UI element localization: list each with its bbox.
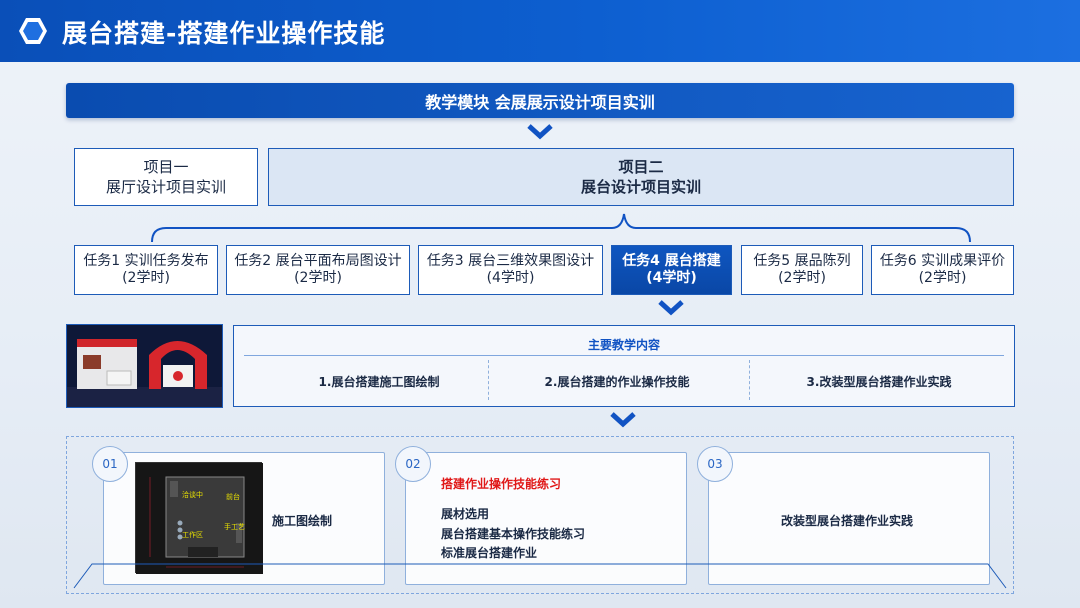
task-3-name: 任务3 展台三维效果图设计 bbox=[426, 253, 595, 269]
brace-connector bbox=[151, 213, 971, 243]
task-3-hours: (4学时) bbox=[486, 270, 535, 286]
step-3-text: 改装型展台搭建作业实践 bbox=[781, 514, 914, 528]
plan-label-2: 前台 bbox=[226, 492, 240, 501]
content-title: 主要教学内容 bbox=[587, 338, 660, 352]
task-6[interactable]: 任务6 实训成果评价 (2学时) bbox=[871, 245, 1014, 295]
chevron-down-icon bbox=[658, 300, 684, 316]
task-4[interactable]: 任务4 展台搭建 (4学时) bbox=[611, 245, 732, 295]
task-2[interactable]: 任务2 展台平面布局图设计 (2学时) bbox=[226, 245, 410, 295]
booth-render-illustration bbox=[67, 325, 222, 407]
divider bbox=[749, 360, 750, 400]
step-2-line-2: 展台搭建基本操作技能练习 bbox=[441, 527, 586, 541]
step-number-3: 03 bbox=[697, 446, 733, 482]
plan-label-4: 工作区 bbox=[182, 530, 203, 539]
task-1-name: 任务1 实训任务发布 bbox=[83, 253, 209, 269]
project-one-box: 项目一 展厅设计项目实训 bbox=[74, 148, 258, 206]
task-3[interactable]: 任务3 展台三维效果图设计 (4学时) bbox=[418, 245, 603, 295]
task-1[interactable]: 任务1 实训任务发布 (2学时) bbox=[74, 245, 218, 295]
booth-render-image bbox=[66, 324, 223, 408]
step-1-text: 施工图绘制 bbox=[272, 514, 333, 528]
floor-plan-image: 洽谈中 前台 手工艺 工作区 bbox=[135, 462, 263, 574]
divider bbox=[244, 355, 1004, 356]
divider bbox=[488, 360, 489, 400]
task-5[interactable]: 任务5 展品陈列 (2学时) bbox=[741, 245, 863, 295]
step-2-line-3: 标准展台搭建作业 bbox=[441, 546, 538, 560]
chevron-down-icon bbox=[610, 412, 636, 428]
task-1-hours: (2学时) bbox=[122, 270, 170, 286]
project-two-label: 项目二 bbox=[618, 158, 664, 176]
header-bar: 展台搭建-搭建作业操作技能 bbox=[0, 0, 1080, 62]
content-item-3: 3.改装型展台搭建作业实践 bbox=[806, 375, 952, 389]
project-two-box: 项目二 展台设计项目实训 bbox=[268, 148, 1014, 206]
task-2-name: 任务2 展台平面布局图设计 bbox=[234, 253, 402, 269]
hexagon-icon bbox=[19, 18, 47, 44]
plan-label-1: 洽谈中 bbox=[182, 490, 203, 499]
task-6-hours: (2学时) bbox=[918, 270, 967, 286]
module-banner: 教学模块 会展展示设计项目实训 bbox=[66, 83, 1014, 118]
floor-plan-illustration: 洽谈中 前台 手工艺 工作区 bbox=[136, 463, 263, 574]
content-item-2: 2.展台搭建的作业操作技能 bbox=[544, 375, 690, 389]
step-number-2: 02 bbox=[395, 446, 431, 482]
base-line-decoration bbox=[73, 563, 1007, 589]
plan-label-3: 手工艺 bbox=[224, 522, 245, 531]
task-4-hours: (4学时) bbox=[646, 270, 697, 286]
chevron-down-icon bbox=[527, 124, 553, 140]
step-number-1: 01 bbox=[92, 446, 128, 482]
page-title: 展台搭建-搭建作业操作技能 bbox=[62, 19, 386, 48]
project-one-name: 展厅设计项目实训 bbox=[105, 178, 226, 196]
content-item-1: 1.展台搭建施工图绘制 bbox=[318, 375, 440, 389]
task-5-name: 任务5 展品陈列 bbox=[753, 253, 851, 269]
task-6-name: 任务6 实训成果评价 bbox=[879, 253, 1006, 269]
main-content-panel: 主要教学内容 1.展台搭建施工图绘制 2.展台搭建的作业操作技能 3.改装型展台… bbox=[233, 325, 1015, 407]
task-5-hours: (2学时) bbox=[778, 270, 826, 286]
step-2-line-1: 展材选用 bbox=[441, 507, 490, 521]
task-4-name: 任务4 展台搭建 bbox=[622, 253, 721, 269]
step-2-heading: 搭建作业操作技能练习 bbox=[441, 477, 562, 491]
task-2-hours: (2学时) bbox=[294, 270, 342, 286]
project-two-name: 展台设计项目实训 bbox=[580, 178, 701, 196]
project-one-label: 项目一 bbox=[143, 158, 189, 176]
